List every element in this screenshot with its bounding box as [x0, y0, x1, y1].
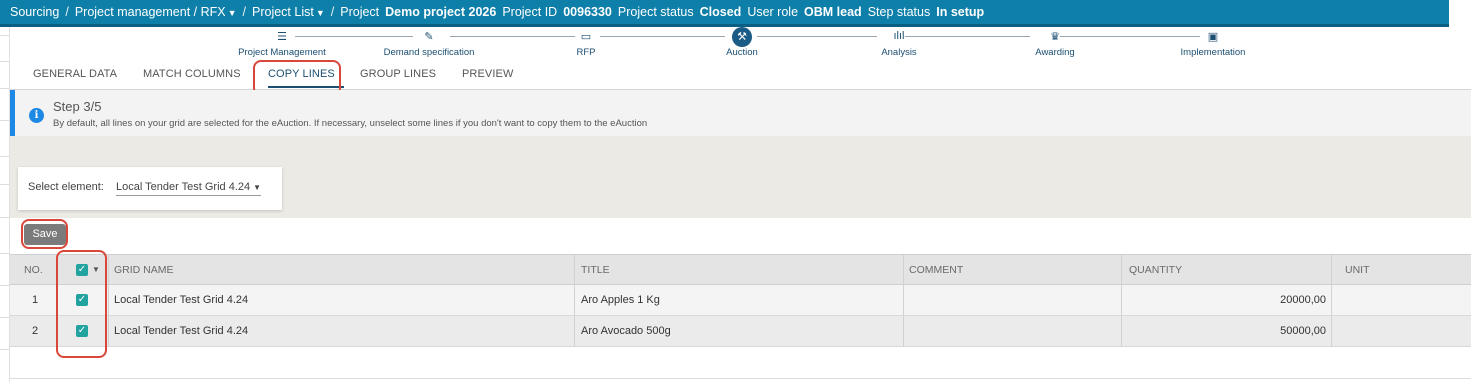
breadcrumb-separator: / [242, 5, 246, 19]
pencil-icon: ✎ [424, 30, 434, 43]
tab-group-lines[interactable]: GROUP LINES [360, 68, 436, 80]
breadcrumb-project-list[interactable]: Project List ▼ [252, 5, 325, 19]
header-quantity[interactable]: QUANTITY [1129, 255, 1182, 284]
row-quantity: 20000,00 [1280, 294, 1326, 306]
breadcrumb-module[interactable]: Project management / RFX ▼ [75, 5, 237, 19]
info-icon: i [29, 108, 44, 123]
tab-general-data[interactable]: GENERAL DATA [33, 68, 117, 80]
step-label: Implementation [1180, 47, 1246, 58]
step-label: Demand specification [383, 47, 475, 58]
row-title: Aro Apples 1 Kg [581, 294, 660, 306]
project-label: Project [340, 5, 380, 19]
select-element-dropdown[interactable]: Local Tender Test Grid 4.24 ▼ [116, 181, 262, 196]
step-label: Awarding [1035, 47, 1075, 58]
step-awarding[interactable]: ♛ Awarding [985, 27, 1125, 59]
info-text: By default, all lines on your grid are s… [53, 118, 648, 129]
project-status: Closed [699, 5, 742, 19]
table-row[interactable]: 1 ✓ Local Tender Test Grid 4.24 Aro Appl… [10, 285, 1471, 316]
breadcrumb-module-label: Project management / RFX [74, 5, 226, 19]
user-role: OBM lead [804, 5, 862, 19]
top-navigation-bar: Sourcing / Project management / RFX ▼ / P… [0, 0, 1471, 27]
topbar-edge [1449, 0, 1471, 27]
breadcrumb: Sourcing / Project management / RFX ▼ / P… [10, 5, 984, 19]
select-element-value: Local Tender Test Grid 4.24 [116, 181, 251, 193]
project-id: 0096330 [563, 5, 612, 19]
caret-down-icon: ▼ [315, 8, 325, 18]
award-icon: ♛ [1050, 30, 1060, 43]
tab-preview[interactable]: PREVIEW [462, 68, 513, 80]
step-rfp[interactable]: ▭ RFP [516, 27, 656, 59]
left-sidebar-strip [0, 27, 10, 382]
chart-board-icon: ▣ [1207, 30, 1219, 43]
gavel-icon: ⚒ [672, 27, 812, 47]
header-grid-name[interactable]: GRID NAME [114, 255, 174, 284]
step-status: In setup [936, 5, 985, 19]
caret-down-icon: ▼ [227, 8, 237, 18]
list-icon: ☰ [277, 30, 287, 43]
action-bar [10, 218, 1471, 254]
header-no: NO. [24, 263, 43, 276]
select-element-card: Select element: Local Tender Test Grid 4… [18, 167, 282, 210]
breadcrumb-project-list-label: Project List [252, 5, 314, 19]
row-quantity: 50000,00 [1280, 325, 1326, 337]
select-element-label: Select element: [28, 181, 104, 193]
step-indicator: Step 3/5 [53, 99, 102, 114]
row-title: Aro Avocado 500g [581, 325, 671, 337]
table-row[interactable]: 2 ✓ Local Tender Test Grid 4.24 Aro Avoc… [10, 316, 1471, 347]
step-project-management[interactable]: ☰ Project Management [212, 27, 352, 59]
table-header: NO. ✓ ▼ GRID NAME TITLE COMMENT QUANTITY … [10, 254, 1471, 285]
breadcrumb-separator: / [330, 5, 335, 19]
row-no: 2 [32, 325, 39, 337]
step-demand-specification[interactable]: ✎ Demand specification [359, 27, 499, 59]
header-unit[interactable]: UNIT [1345, 255, 1370, 284]
row-no: 1 [32, 294, 39, 306]
project-id-label: Project ID [502, 5, 558, 19]
tab-match-columns[interactable]: MATCH COLUMNS [143, 68, 241, 80]
chevron-down-icon: ▼ [253, 183, 262, 192]
process-steps: ☰ Project Management ✎ Demand specificat… [10, 27, 1471, 62]
document-icon: ▭ [580, 30, 592, 43]
step-status-label: Step status [867, 5, 931, 19]
row-grid-name: Local Tender Test Grid 4.24 [114, 325, 249, 337]
bar-chart-icon: ılıl [893, 30, 905, 42]
step-implementation[interactable]: ▣ Implementation [1143, 27, 1283, 59]
step-label: RFP [576, 47, 596, 58]
user-role-label: User role [747, 5, 799, 19]
highlight-checkbox-column [56, 250, 107, 358]
header-comment[interactable]: COMMENT [909, 255, 963, 284]
info-banner: i Step 3/5 By default, all lines on your… [10, 90, 1471, 136]
step-analysis[interactable]: ılıl Analysis [829, 27, 969, 58]
project-status-label: Project status [617, 5, 694, 19]
row-grid-name: Local Tender Test Grid 4.24 [114, 294, 249, 306]
divider [10, 378, 1471, 379]
highlight-save [21, 219, 68, 249]
step-label: Auction [726, 47, 758, 58]
header-title[interactable]: TITLE [581, 255, 610, 284]
step-auction[interactable]: ⚒ Auction [672, 27, 812, 58]
step-label: Analysis [881, 47, 917, 58]
breadcrumb-sourcing[interactable]: Sourcing [10, 5, 59, 19]
project-name: Demo project 2026 [385, 5, 497, 19]
step-label: Project Management [238, 47, 326, 58]
breadcrumb-separator: / [65, 5, 69, 19]
tab-bar: GENERAL DATA MATCH COLUMNS COPY LINES GR… [10, 62, 1471, 90]
